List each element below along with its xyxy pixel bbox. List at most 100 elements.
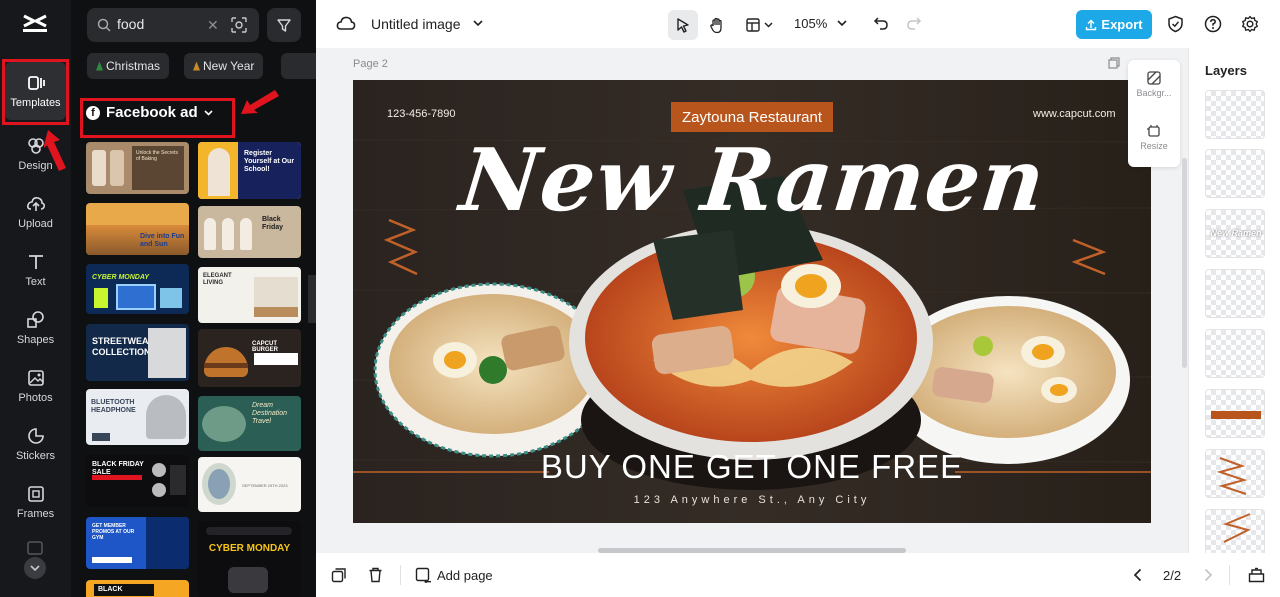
- thumb-text: CAPCUT BURGER: [252, 341, 279, 353]
- thumb-text: GET MEMBER PROMOS AT OUR GYM: [92, 523, 135, 541]
- layer-item[interactable]: [1205, 269, 1265, 318]
- template-thumbnail[interactable]: CYBER MONDAY: [86, 264, 189, 314]
- rail-item-upload[interactable]: Upload: [0, 184, 71, 240]
- redo-icon[interactable]: [906, 15, 922, 31]
- text-icon: [28, 255, 43, 269]
- template-thumbnail[interactable]: Dive into Fun and Sun: [86, 203, 189, 255]
- layer-item[interactable]: [1205, 449, 1265, 498]
- duplicate-icon[interactable]: [331, 567, 347, 583]
- shield-icon[interactable]: [1167, 15, 1184, 33]
- layout-icon: [746, 18, 760, 32]
- background-tool-button[interactable]: Backgr...: [1128, 70, 1180, 98]
- template-thumbnail[interactable]: BLACK: [86, 580, 189, 597]
- layout-menu-button[interactable]: [741, 10, 777, 40]
- export-button[interactable]: Export: [1076, 10, 1152, 39]
- layer-item[interactable]: [1205, 149, 1265, 198]
- design-canvas[interactable]: 123-456-7890 www.capcut.com Zaytouna Res…: [353, 80, 1151, 523]
- resize-tool-button[interactable]: Resize: [1128, 123, 1180, 151]
- canvas-phone[interactable]: 123-456-7890: [387, 108, 456, 120]
- layer-thumb-text: New Ramen: [1210, 228, 1262, 238]
- page-label: Page 2: [353, 58, 388, 70]
- layer-item[interactable]: [1205, 509, 1265, 553]
- chevron-right-icon[interactable]: [1204, 568, 1213, 582]
- template-thumbnail[interactable]: CAPCUT BURGER: [198, 329, 301, 387]
- chip-label-new-year: New Year: [203, 59, 255, 73]
- gear-icon[interactable]: [1241, 15, 1259, 33]
- pages-panel-icon[interactable]: [1248, 567, 1265, 583]
- layers-title: Layers: [1205, 63, 1247, 78]
- canvas-headline[interactable]: New Ramen: [388, 130, 1119, 231]
- shapes-icon: [26, 311, 44, 328]
- red-arrow-annotation: [241, 90, 279, 114]
- template-thumbnail[interactable]: SEPTEMBER 29TH 2023: [198, 457, 301, 512]
- template-thumbnail[interactable]: Black Friday: [198, 206, 301, 258]
- canvas-address[interactable]: 123 Anywhere St., Any City: [353, 494, 1151, 506]
- cursor-icon: [677, 18, 689, 33]
- rail-item-frames[interactable]: Frames: [0, 474, 71, 530]
- rail-item-photos[interactable]: Photos: [0, 358, 71, 414]
- template-thumbnail[interactable]: Dream Destination Travel: [198, 396, 301, 451]
- add-page-icon: [415, 567, 431, 583]
- chevron-left-icon[interactable]: [1133, 568, 1142, 582]
- layer-item[interactable]: [1205, 90, 1265, 139]
- duplicate-page-icon[interactable]: [1108, 57, 1120, 69]
- clear-search-icon[interactable]: ✕: [207, 18, 219, 32]
- thumb-text: Black Friday: [262, 216, 284, 231]
- template-thumbnail[interactable]: ELEGANT LIVING: [198, 267, 301, 323]
- layer-item[interactable]: [1205, 389, 1265, 438]
- document-title[interactable]: Untitled image: [371, 16, 461, 32]
- rail-item-stickers[interactable]: Stickers: [0, 416, 71, 472]
- canvas-website[interactable]: www.capcut.com: [1033, 108, 1116, 120]
- cloud-sync-icon[interactable]: [336, 14, 356, 32]
- vertical-scrollbar[interactable]: [1182, 158, 1187, 368]
- canvas-offer[interactable]: BUY ONE GET ONE FREE: [353, 448, 1151, 486]
- toolbar-divider: [1229, 565, 1230, 585]
- template-thumbnail[interactable]: BLUETOOTH HEADPHONE: [86, 389, 189, 445]
- capcut-logo-icon[interactable]: [20, 12, 50, 36]
- page-count: 2/2: [1163, 568, 1182, 583]
- chevron-down-icon: [764, 22, 773, 28]
- layer-item[interactable]: [1205, 329, 1265, 378]
- template-thumbnail[interactable]: Register Yourself at Our School!: [198, 142, 301, 199]
- canvas-restaurant-badge[interactable]: Zaytouna Restaurant: [671, 102, 833, 132]
- thumb-text: Register Yourself at Our School!: [244, 150, 295, 173]
- chip-new-year[interactable]: New Year: [184, 53, 264, 79]
- chevron-down-icon[interactable]: [473, 20, 483, 27]
- template-thumbnail[interactable]: GET MEMBER PROMOS AT OUR GYM: [86, 517, 189, 569]
- rail-label-photos: Photos: [18, 392, 53, 404]
- zoom-level[interactable]: 105%: [794, 16, 827, 31]
- background-tool-label: Backgr...: [1136, 88, 1172, 98]
- background-icon: [1147, 71, 1161, 85]
- search-input[interactable]: [117, 16, 217, 32]
- layer-item[interactable]: New Ramen: [1205, 209, 1265, 258]
- hand-tool-button[interactable]: [702, 10, 732, 40]
- rail-expand-button[interactable]: [24, 557, 46, 579]
- tree-icon: [96, 61, 103, 71]
- template-thumbnail[interactable]: BLACK FRIDAY SALE: [86, 455, 189, 507]
- chevron-down-icon[interactable]: [837, 20, 847, 27]
- top-toolbar: Untitled image 105% Export: [316, 0, 1280, 48]
- toolbar-divider: [400, 565, 401, 585]
- filter-button[interactable]: [267, 8, 301, 42]
- rail-item-shapes[interactable]: Shapes: [0, 300, 71, 356]
- undo-icon[interactable]: [873, 15, 889, 31]
- layers-panel: Layers New Ramen: [1188, 48, 1280, 553]
- canvas-restaurant-name: Zaytouna Restaurant: [681, 108, 823, 126]
- thumb-text: SEPTEMBER 29TH 2023: [242, 483, 288, 488]
- image-search-icon[interactable]: [230, 16, 248, 34]
- help-icon[interactable]: [1204, 15, 1222, 33]
- hand-icon: [710, 17, 722, 33]
- highlight-box-category: [80, 98, 235, 138]
- resize-icon: [1147, 125, 1160, 137]
- add-page-button[interactable]: Add page: [415, 567, 493, 584]
- template-thumbnail[interactable]: Unlock the Secrets of Baking: [86, 142, 189, 194]
- chip-christmas[interactable]: Christmas: [87, 53, 170, 79]
- select-tool-button[interactable]: [668, 10, 698, 40]
- template-thumbnail[interactable]: STREETWEAR COLLECTION: [86, 324, 189, 381]
- trash-icon[interactable]: [368, 567, 383, 583]
- rail-item-text[interactable]: Text: [0, 242, 71, 298]
- rail-label-text: Text: [25, 276, 46, 288]
- apps-icon[interactable]: [27, 541, 43, 555]
- chip-more[interactable]: [281, 53, 316, 79]
- template-thumbnail[interactable]: CYBER MONDAY: [198, 521, 301, 597]
